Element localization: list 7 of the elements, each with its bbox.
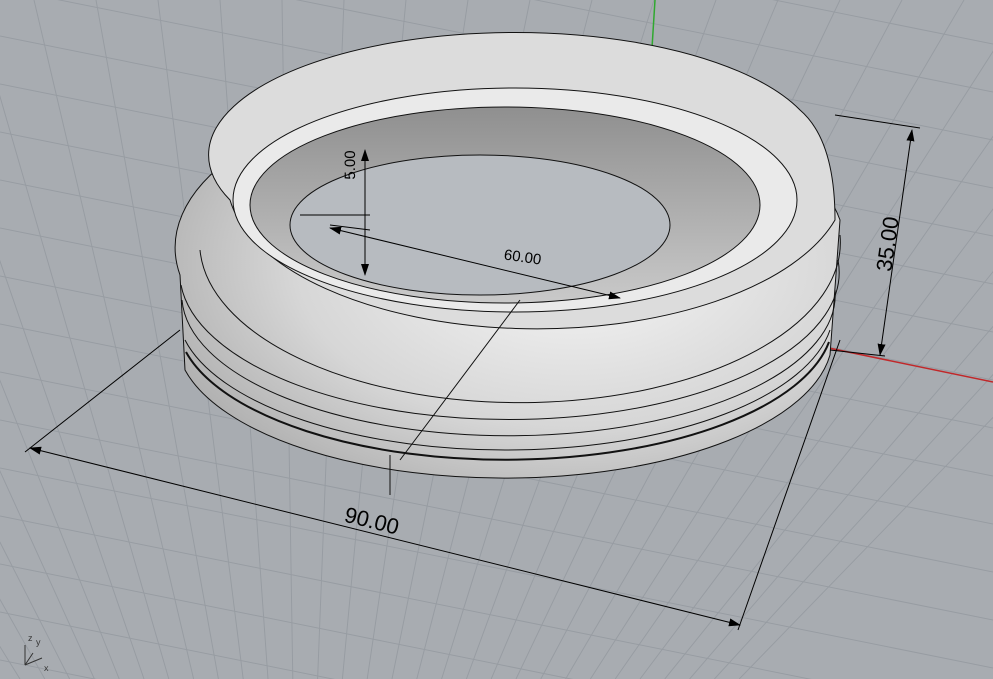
axis-label: y [36,637,40,647]
dimension-label: 35.00 [871,214,904,273]
axis-label: z [28,633,32,643]
axis-label: x [44,663,48,673]
dimension-label: 90.00 [342,502,402,540]
dimension-label: 5.00 [342,150,359,180]
dimension-label: 60.00 [502,246,542,269]
